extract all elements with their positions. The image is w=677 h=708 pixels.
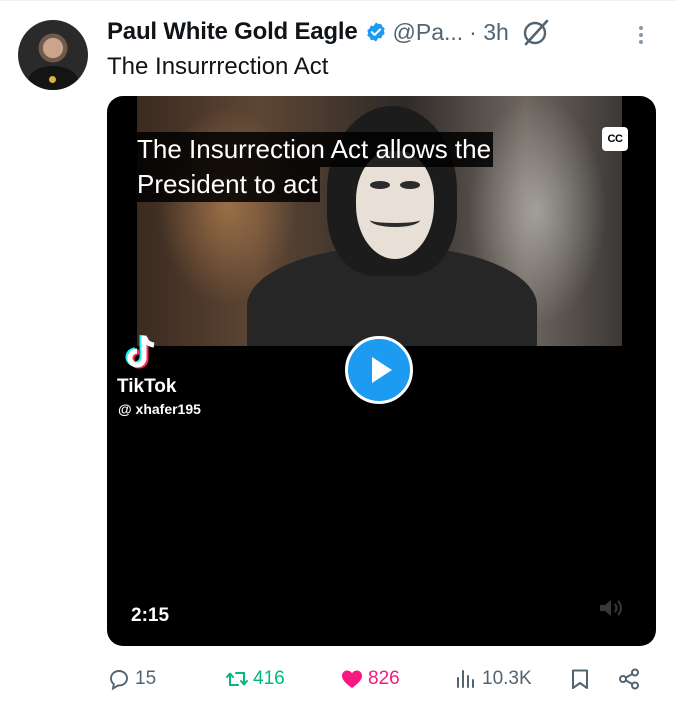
tweet-text: The Insurrrection Act [107, 53, 329, 80]
retweet-button[interactable]: 416 [225, 663, 285, 695]
tweet-header: Paul White Gold Eagle @Pa... · 3h [107, 16, 551, 48]
bookmark-button[interactable] [568, 663, 596, 695]
top-divider [0, 0, 677, 1]
video-caption: The Insurrection Act allows the Presiden… [135, 132, 494, 202]
retweet-icon [226, 672, 248, 686]
like-count: 826 [368, 668, 400, 689]
reply-icon [110, 670, 128, 691]
more-options-icon[interactable] [632, 20, 650, 50]
play-button[interactable] [345, 336, 413, 404]
share-button[interactable] [617, 663, 645, 695]
reply-button[interactable]: 15 [107, 663, 156, 695]
tweet-time[interactable]: · 3h [469, 19, 509, 46]
author-name[interactable]: Paul White Gold Eagle [107, 18, 358, 46]
retweet-count: 416 [253, 668, 285, 689]
video-duration: 2:15 [131, 605, 170, 626]
play-icon [372, 357, 392, 383]
reply-count: 15 [135, 668, 157, 689]
bookmark-icon [572, 669, 588, 689]
volume-muted-icon[interactable] [597, 596, 625, 620]
grok-icon[interactable] [521, 17, 551, 47]
views-icon [457, 670, 474, 688]
caption-line-1: The Insurrection Act allows the [135, 132, 494, 167]
heart-icon [342, 670, 362, 688]
views-button[interactable]: 10.3K [454, 663, 532, 695]
views-count: 10.3K [482, 668, 532, 689]
caption-line-2: President to act [135, 167, 320, 202]
like-button[interactable]: 826 [340, 663, 400, 695]
tweet-actions: 15 416 826 10.3K [107, 663, 657, 695]
closed-captions-button[interactable]: CC [602, 127, 628, 151]
verified-badge-icon[interactable] [365, 21, 387, 43]
avatar-medal [49, 76, 56, 83]
tiktok-username: @ xhafer195 [118, 401, 201, 417]
share-icon [619, 668, 639, 690]
avatar[interactable] [18, 20, 88, 90]
author-handle[interactable]: @Pa... [393, 19, 464, 46]
tiktok-logo-icon [125, 335, 155, 369]
tiktok-watermark: TikTok [117, 376, 177, 397]
video-player[interactable]: The Insurrection Act allows the Presiden… [107, 96, 656, 646]
